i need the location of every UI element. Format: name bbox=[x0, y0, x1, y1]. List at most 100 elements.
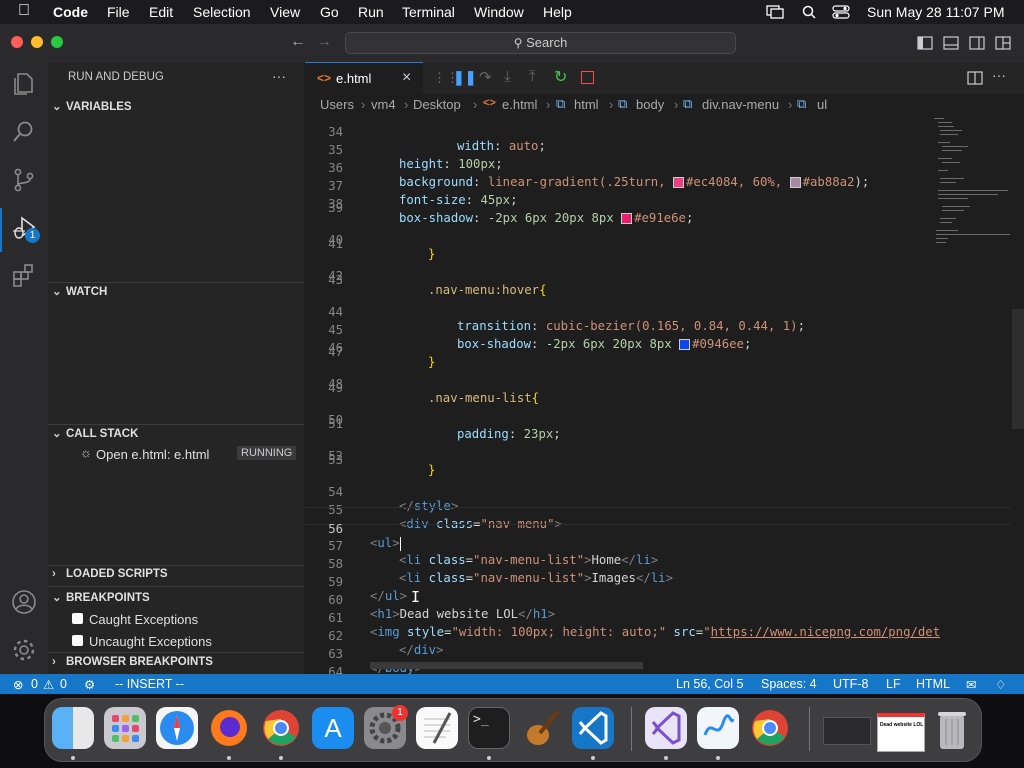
menu-app-name[interactable]: Code bbox=[53, 4, 88, 20]
minimize-window-button[interactable] bbox=[31, 36, 43, 48]
menu-terminal[interactable]: Terminal bbox=[402, 4, 455, 20]
apple-icon[interactable]:  bbox=[18, 2, 30, 20]
editor-more-actions-icon[interactable]: ··· bbox=[992, 67, 1006, 83]
menu-run[interactable]: Run bbox=[358, 4, 384, 20]
uncaught-exceptions-checkbox[interactable] bbox=[72, 635, 83, 646]
menu-selection[interactable]: Selection bbox=[193, 4, 251, 20]
freeform-icon[interactable] bbox=[697, 707, 739, 749]
cursor-position[interactable]: Ln 56, Col 5 bbox=[676, 677, 743, 691]
manage-gear-icon[interactable] bbox=[10, 636, 38, 664]
errors-count[interactable]: 0 bbox=[31, 677, 38, 691]
breadcrumb-ul[interactable]: ul bbox=[817, 97, 827, 112]
code-editor[interactable]: 34 width: auto; 35 height: 100px; 36 bac… bbox=[305, 116, 1024, 674]
minimized-terminal-thumbnail[interactable] bbox=[823, 717, 871, 745]
toggle-primary-sidebar-icon[interactable] bbox=[917, 36, 933, 50]
step-into-icon[interactable]: ⤓ bbox=[504, 68, 511, 85]
loaded-scripts-section-header[interactable]: › LOADED SCRIPTS bbox=[48, 568, 304, 580]
breadcrumb-vm4[interactable]: vm4 bbox=[371, 97, 396, 112]
textedit-icon[interactable] bbox=[416, 707, 458, 749]
breadcrumb-div-nav-menu[interactable]: div.nav-menu bbox=[702, 97, 779, 112]
launchpad-icon[interactable] bbox=[104, 707, 146, 749]
control-center-icon[interactable] bbox=[832, 5, 850, 19]
back-arrow-icon[interactable]: ← bbox=[290, 33, 306, 51]
breadcrumb: Users › vm4 › Desktop › <> e.html › ⧉ ht… bbox=[305, 94, 1024, 116]
debug-port-icon[interactable]: ⚙ bbox=[84, 677, 95, 692]
safari-icon[interactable] bbox=[156, 707, 198, 749]
language-mode[interactable]: HTML bbox=[916, 677, 950, 691]
indentation[interactable]: Spaces: 4 bbox=[761, 677, 817, 691]
watch-section-header[interactable]: ⌄ WATCH bbox=[48, 284, 304, 298]
vim-mode: -- INSERT -- bbox=[115, 677, 184, 691]
browser-breakpoints-section-header[interactable]: › BROWSER BREAKPOINTS bbox=[48, 656, 304, 668]
chrome-icon[interactable] bbox=[260, 707, 302, 749]
screen-mirroring-icon[interactable] bbox=[766, 5, 784, 19]
step-over-icon[interactable]: ↷ bbox=[479, 68, 492, 86]
warnings-count[interactable]: 0 bbox=[60, 677, 67, 691]
forward-arrow-icon[interactable]: → bbox=[316, 33, 332, 51]
source-control-icon[interactable] bbox=[10, 166, 38, 194]
breadcrumb-html[interactable]: html bbox=[574, 97, 599, 112]
warnings-icon[interactable]: ⚠ bbox=[43, 677, 54, 692]
end-of-line[interactable]: LF bbox=[886, 677, 901, 691]
encoding[interactable]: UTF-8 bbox=[833, 677, 868, 691]
chrome-second-icon[interactable] bbox=[749, 707, 791, 749]
toggle-panel-icon[interactable] bbox=[943, 36, 959, 50]
breakpoints-section-header[interactable]: ⌄ BREAKPOINTS bbox=[48, 590, 304, 604]
feedback-icon[interactable]: ✉ bbox=[966, 677, 976, 692]
app-store-icon[interactable]: A bbox=[312, 707, 354, 749]
uncaught-exceptions-row[interactable]: Uncaught Exceptions bbox=[72, 633, 292, 651]
vscode-icon[interactable] bbox=[572, 707, 614, 749]
split-editor-icon[interactable] bbox=[967, 71, 983, 85]
tab-e-html[interactable]: <> e.html × bbox=[305, 62, 423, 95]
menu-window[interactable]: Window bbox=[474, 4, 524, 20]
vertical-scrollbar[interactable] bbox=[1010, 116, 1024, 674]
more-actions-icon[interactable]: ··· bbox=[272, 68, 286, 84]
variables-section-header[interactable]: ⌄ VARIABLES bbox=[48, 99, 304, 113]
breadcrumb-file[interactable]: e.html bbox=[502, 97, 537, 112]
scrollbar-thumb[interactable] bbox=[1012, 309, 1024, 429]
close-window-button[interactable] bbox=[11, 36, 23, 48]
terminal-icon[interactable]: >_ bbox=[468, 707, 510, 749]
code-line: 37 font-size: 45px; bbox=[328, 179, 518, 207]
accounts-icon[interactable] bbox=[10, 588, 38, 616]
trash-icon[interactable] bbox=[935, 709, 969, 751]
stop-icon[interactable] bbox=[581, 71, 594, 84]
menu-edit[interactable]: Edit bbox=[149, 4, 173, 20]
caught-exceptions-row[interactable]: Caught Exceptions bbox=[72, 611, 292, 629]
spotlight-search-icon[interactable] bbox=[802, 5, 816, 19]
zoom-window-button[interactable] bbox=[51, 36, 63, 48]
errors-icon[interactable]: ⊗ bbox=[13, 677, 23, 692]
horizontal-scrollbar[interactable] bbox=[370, 662, 643, 669]
menu-file[interactable]: File bbox=[107, 4, 130, 20]
breadcrumb-users[interactable]: Users bbox=[320, 97, 354, 112]
menubar-clock[interactable]: Sun May 28 11:07 PM bbox=[867, 4, 1004, 20]
code-line: 55 <div class="nav-menu"> bbox=[328, 503, 562, 531]
pause-icon[interactable]: ❚❚ bbox=[453, 69, 476, 86]
close-tab-icon[interactable]: × bbox=[402, 69, 411, 87]
notifications-bell-icon[interactable]: ♢ bbox=[995, 677, 1006, 692]
finder-icon[interactable] bbox=[52, 707, 94, 749]
step-out-icon[interactable]: ⤒ bbox=[529, 68, 536, 85]
extensions-icon[interactable] bbox=[10, 262, 38, 290]
instruments-icon[interactable] bbox=[520, 707, 562, 749]
code-line: 46 } bbox=[328, 341, 436, 369]
visual-studio-icon[interactable] bbox=[645, 707, 687, 749]
toggle-secondary-sidebar-icon[interactable] bbox=[969, 36, 985, 50]
customize-layout-icon[interactable] bbox=[995, 36, 1011, 50]
breadcrumb-body[interactable]: body bbox=[636, 97, 664, 112]
restart-icon[interactable]: ↻ bbox=[554, 67, 567, 87]
minimap[interactable] bbox=[930, 116, 1012, 256]
menu-help[interactable]: Help bbox=[543, 4, 572, 20]
caught-exceptions-checkbox[interactable] bbox=[72, 613, 83, 624]
breadcrumb-desktop[interactable]: Desktop bbox=[413, 97, 461, 112]
menu-go[interactable]: Go bbox=[320, 4, 339, 20]
chevron-right-icon: › bbox=[52, 568, 56, 580]
minimized-browser-thumbnail[interactable]: Dead website LOL bbox=[877, 713, 925, 752]
call-stack-item[interactable]: ☼ Open e.html: e.html RUNNING bbox=[48, 444, 304, 464]
firefox-icon[interactable] bbox=[208, 707, 250, 749]
search-view-icon[interactable] bbox=[10, 118, 38, 146]
command-center-search[interactable]: ⚲ Search bbox=[345, 32, 736, 54]
explorer-icon[interactable] bbox=[10, 70, 38, 98]
call-stack-section-header[interactable]: ⌄ CALL STACK bbox=[48, 426, 304, 440]
menu-view[interactable]: View bbox=[270, 4, 300, 20]
